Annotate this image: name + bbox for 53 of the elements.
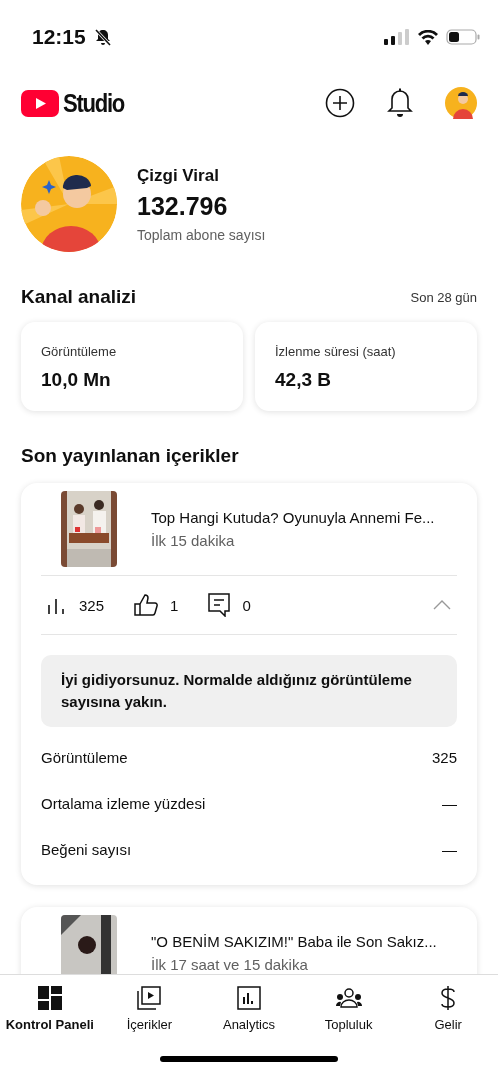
metric-value: —	[442, 841, 457, 858]
video-subtitle: İlk 17 saat ve 15 dakika	[151, 955, 309, 973]
stat-label: Görüntüleme	[41, 344, 118, 359]
like-count: 1	[170, 596, 179, 614]
stat-label: İzlenme süresi (saat)	[275, 344, 397, 359]
metric-label: Ortalama izleme yüzdesi	[41, 795, 206, 812]
nav-tab[interactable]: Kontrol Paneli	[0, 985, 100, 1032]
analytics-icon	[237, 985, 261, 1011]
nav-tab[interactable]: Analytics	[199, 985, 299, 1032]
nav-tab[interactable]: Topluluk	[298, 985, 399, 1032]
stat-value: 10,0 Mn	[41, 369, 112, 391]
video-title: "O BENİM SAKIZIM!" Baba ile Son Sakız...	[151, 932, 437, 950]
dollar-icon	[440, 985, 457, 1011]
period-label: Son 28 gün	[410, 289, 477, 305]
video-library-icon	[137, 985, 162, 1011]
chevron-icon[interactable]	[433, 600, 451, 610]
stat-value: 42,3 B	[275, 369, 332, 391]
video-subtitle: İlk 15 dakika	[151, 532, 236, 549]
stat-card[interactable]: İzlenme süresi (saat) 42,3 B	[255, 322, 477, 411]
section-title: Kanal analizi	[21, 286, 137, 308]
avatar-icon[interactable]	[445, 87, 477, 119]
video-card[interactable]: Top Hangi Kutuda? Oyunuyla Annemi Fe... İlk 15 dakika 325 1 0 İyi gidiyorsunuz. Normalde aldığınız görüntüleme sayısına yakın. Görüntüleme 325 Ortalama izleme yüzdesi — Beğeni sayısı —	[21, 483, 477, 885]
battery-icon	[446, 29, 480, 45]
notification-icon[interactable]	[387, 88, 413, 118]
logo-text: Studio	[63, 87, 125, 119]
metric-value: 325	[431, 749, 457, 766]
nav-tab[interactable]: İçerikler	[99, 985, 200, 1032]
signal-icon	[384, 29, 410, 45]
subscriber-label: Toplam abone sayısı	[137, 226, 266, 243]
metric-label: Beğeni sayısı	[41, 841, 132, 858]
add-icon[interactable]	[325, 88, 355, 118]
video-card[interactable]: "O BENİM SAKIZIM!" Baba ile Son Sakız... İlk 17 saat ve 15 dakika	[21, 906, 477, 974]
dashboard-icon	[37, 985, 62, 1011]
comment-icon	[208, 593, 231, 617]
play-logo-icon	[21, 89, 59, 117]
people-icon	[335, 985, 362, 1011]
channel-name: Çizgi Viral	[137, 165, 220, 186]
avatar-icon	[21, 156, 117, 252]
bar-chart-icon	[47, 596, 67, 614]
subscriber-count: 132.796	[137, 191, 229, 221]
video-title: Top Hangi Kutuda? Oyunuyla Annemi Fe...	[151, 509, 435, 526]
metric-value: —	[442, 795, 457, 812]
wifi-icon	[418, 29, 438, 45]
view-count: 325	[79, 596, 105, 614]
stat-card[interactable]: Görüntüleme 10,0 Mn	[21, 322, 243, 411]
comment-count: 0	[242, 596, 251, 614]
status-time: 12:15	[32, 25, 86, 49]
performance-message: İyi gidiyorsunuz. Normalde aldığınız görüntüleme sayısına yakın.	[41, 655, 457, 727]
nav-tab[interactable]: Gelir	[398, 985, 498, 1032]
thumbs-up-icon	[134, 594, 159, 616]
section-title: Son yayınlanan içerikler	[21, 445, 239, 467]
bell-off-icon	[93, 28, 112, 46]
metric-label: Görüntüleme	[41, 749, 128, 766]
